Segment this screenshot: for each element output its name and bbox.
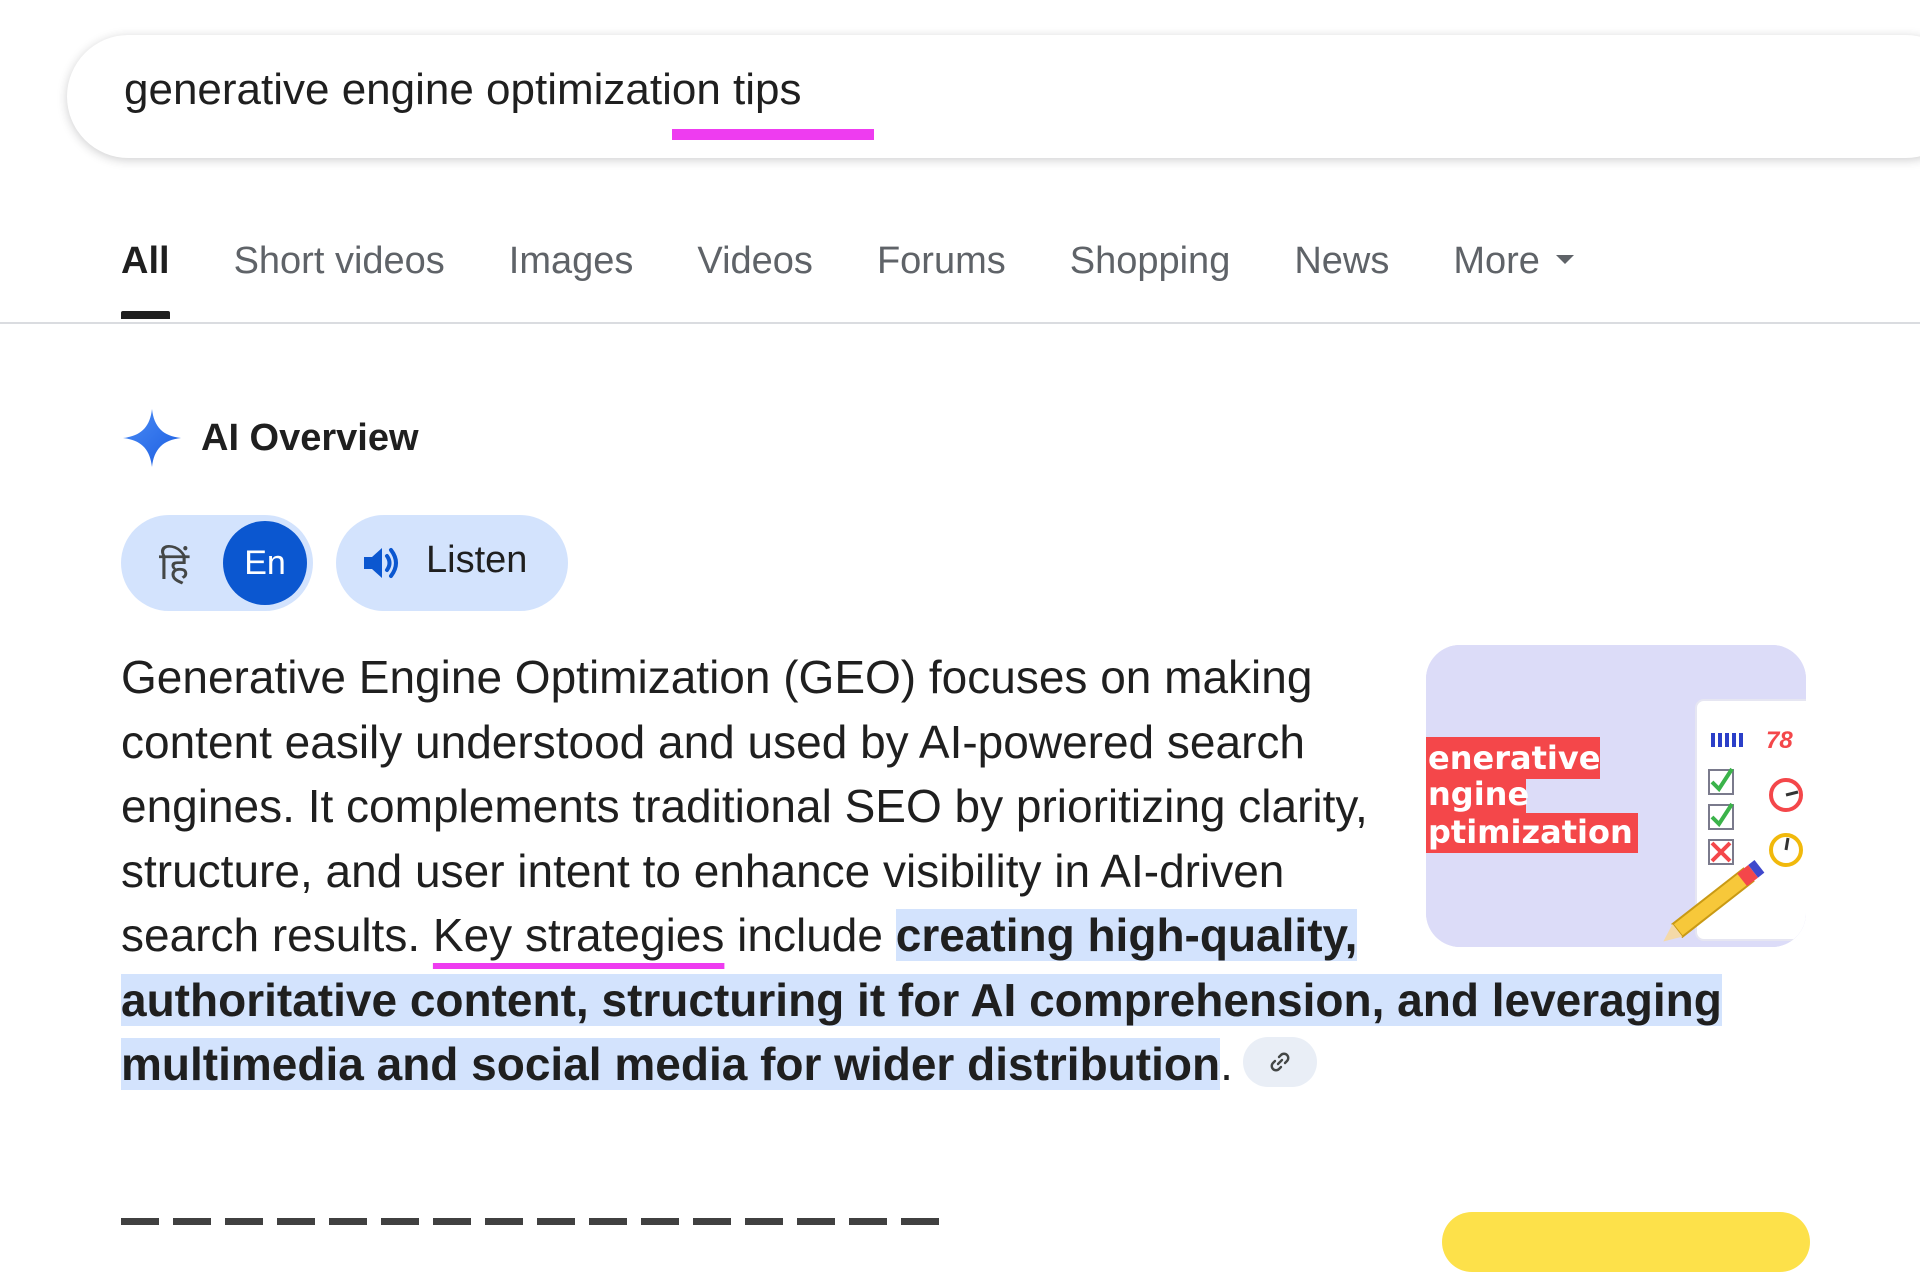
tab-all[interactable]: All [121,240,170,319]
chevron-down-icon [1555,255,1574,265]
listen-button[interactable]: Listen [336,515,568,611]
tab-short-videos[interactable]: Short videos [234,240,445,311]
query-annotation-underline [672,129,874,140]
source-link-button[interactable] [1242,1036,1317,1087]
thumb-score: 78 [1766,727,1793,754]
key-strategies-text: Key strategies [432,909,725,961]
geo-illustration: 78 enerative ngine ptimization [1426,645,1806,947]
search-input[interactable]: generative engine optimization tips [124,65,802,115]
search-tabs: All Short videos Images Videos Forums Sh… [121,240,1638,322]
thumb-line-2: ngine [1428,775,1529,813]
next-paragraph-text-partial [121,1218,941,1225]
partial-yellow-button[interactable] [1442,1212,1810,1272]
overview-mid-text: include [724,909,896,961]
tab-shopping[interactable]: Shopping [1070,240,1231,311]
search-bar[interactable]: generative engine optimization tips [67,35,1920,158]
tab-more[interactable]: More [1453,240,1574,311]
language-toggle[interactable]: हिं En [121,515,313,611]
tab-videos[interactable]: Videos [697,240,813,311]
tab-images[interactable]: Images [509,240,634,311]
next-paragraph-partial [121,1210,941,1225]
thumb-line-3: ptimization [1428,813,1633,851]
tabs-divider [0,322,1920,324]
tab-more-label: More [1453,240,1540,282]
ai-overview-title: AI Overview [201,416,419,459]
overview-thumbnail[interactable]: 78 enerative ngine ptimization [1426,645,1806,947]
thumb-line-1: enerative [1428,739,1600,777]
speaker-icon [364,548,398,578]
tab-news[interactable]: News [1294,240,1389,311]
tab-forums[interactable]: Forums [877,240,1006,311]
listen-label: Listen [426,539,528,581]
language-option-hindi[interactable]: हिं [149,539,199,591]
link-icon [1270,1052,1290,1072]
overview-end-text: . [1220,1038,1233,1090]
language-option-english[interactable]: En [223,521,307,605]
ai-overview-header: AI Overview [121,407,419,469]
ai-sparkle-icon [123,409,181,467]
ai-overview-text: 78 enerative ngine ptimization Generativ… [121,645,1816,1097]
